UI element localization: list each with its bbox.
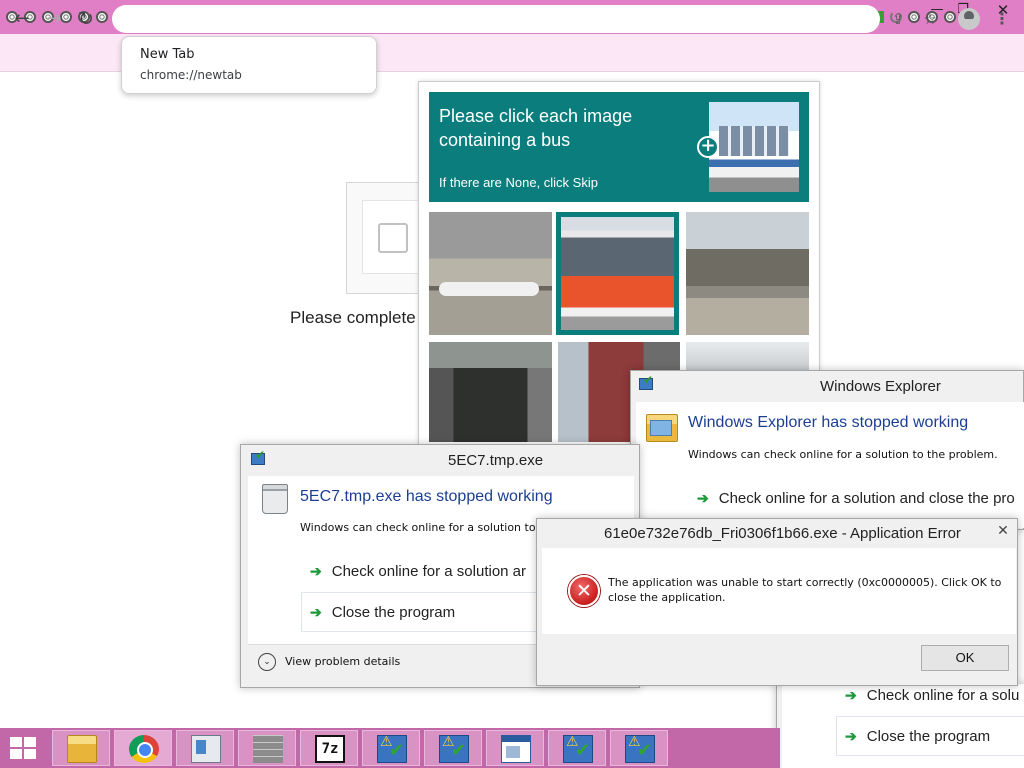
close-program-option[interactable]: ➔ Close the program xyxy=(845,728,990,745)
captcha-plus-icon: + xyxy=(697,136,719,158)
green-arrow-icon: ➔ xyxy=(845,687,857,703)
menu-kebab-icon[interactable]: ⋮ xyxy=(992,9,1012,29)
taskbar-item-firewall[interactable] xyxy=(238,730,296,766)
please-complete-text: Please complete xyxy=(290,308,416,327)
dialog-heading: Windows Explorer has stopped working xyxy=(688,414,969,431)
start-tile xyxy=(24,749,36,759)
captcha-tile-bus-selected[interactable] xyxy=(556,212,679,335)
profile-avatar-icon[interactable] xyxy=(958,8,980,30)
bus-image xyxy=(561,217,674,330)
taskbar-item-app[interactable] xyxy=(610,730,668,766)
captcha-tile-train-3[interactable] xyxy=(686,342,809,372)
view-problem-details-link[interactable]: View problem details xyxy=(285,655,400,668)
start-tile xyxy=(24,737,36,747)
warning-app-icon xyxy=(377,734,407,763)
close-icon[interactable]: ✕ xyxy=(988,521,1018,541)
taskbar-item-app[interactable] xyxy=(548,730,606,766)
taskbar-item-network[interactable] xyxy=(176,730,234,766)
start-tile xyxy=(10,737,22,747)
windows-start-icon[interactable] xyxy=(10,737,38,761)
green-arrow-icon: ➔ xyxy=(310,563,322,579)
recycle-bin-icon xyxy=(262,484,288,514)
taskbar-item-app[interactable] xyxy=(424,730,482,766)
reload-button[interactable]: ↻ xyxy=(74,7,98,31)
warning-app-icon xyxy=(625,734,655,763)
chevron-down-icon[interactable]: ⌄ xyxy=(258,653,276,671)
folder-icon xyxy=(67,735,97,763)
check-online-option[interactable]: ➔ Check online for a solution ar xyxy=(310,563,526,580)
check-online-option[interactable]: ➔ Check online for a solu xyxy=(845,687,1019,704)
forward-button[interactable]: → xyxy=(42,7,66,31)
green-arrow-icon: ➔ xyxy=(845,728,857,744)
firewall-icon xyxy=(253,735,283,763)
error-message: The application was unable to start corr… xyxy=(608,576,1002,604)
captcha-tile-locomotive[interactable] xyxy=(429,342,552,442)
captcha-prompt: Please click each image containing a bus xyxy=(439,106,633,150)
taskbar-item-7zip[interactable]: 7z xyxy=(300,730,358,766)
check-online-option[interactable]: ➔ Check online for a solution and close t… xyxy=(697,490,1015,507)
network-icon xyxy=(191,735,221,763)
captcha-subprompt: If there are None, click Skip xyxy=(439,175,598,190)
back-button[interactable]: ← xyxy=(10,7,34,31)
tab-tooltip: New Tab chrome://newtab xyxy=(121,36,377,94)
taskbar-item-window[interactable] xyxy=(486,730,544,766)
app-check-icon xyxy=(638,373,654,390)
green-arrow-icon: ➔ xyxy=(310,604,322,620)
app-check-icon xyxy=(250,448,266,465)
bookmark-star-icon[interactable]: ☆ xyxy=(920,9,940,29)
tab-favicon-icon xyxy=(908,11,920,23)
warning-app-icon xyxy=(439,734,469,763)
captcha-checkbox[interactable] xyxy=(378,223,408,253)
start-tile xyxy=(10,749,22,759)
ok-button[interactable]: OK xyxy=(921,645,1009,671)
warning-app-icon xyxy=(563,734,593,763)
dialog-text: Windows can check online for a solution … xyxy=(688,448,998,461)
close-program-option[interactable]: ➔ Close the program xyxy=(310,604,455,621)
green-arrow-icon: ➔ xyxy=(697,490,709,506)
explorer-folder-icon xyxy=(646,414,678,442)
dialog-title: Windows Explorer xyxy=(820,378,941,395)
address-bar[interactable] xyxy=(112,5,880,33)
captcha-tile-airplane[interactable] xyxy=(429,212,552,335)
error-icon: ✕ xyxy=(568,575,600,607)
tooltip-url: chrome://newtab xyxy=(140,68,242,82)
taskbar-item-app[interactable] xyxy=(362,730,420,766)
captcha-tile-train[interactable] xyxy=(686,212,809,335)
seven-zip-icon: 7z xyxy=(315,735,345,763)
taskbar-item-chrome[interactable] xyxy=(114,730,172,766)
taskbar-item-explorer[interactable] xyxy=(52,730,110,766)
chrome-icon xyxy=(129,735,159,763)
captcha-reference-image xyxy=(709,102,799,192)
window-app-icon xyxy=(501,735,531,763)
dialog-text: Windows can check online for a solution … xyxy=(300,521,544,534)
share-icon[interactable]: ⇪ xyxy=(888,9,908,29)
dialog-heading: 5EC7.tmp.exe has stopped working xyxy=(300,488,553,505)
tooltip-title: New Tab xyxy=(140,47,195,62)
dialog-title: 61e0e732e76db_Fri0306f1b66.exe - Applica… xyxy=(604,525,961,542)
dialog-title: 5EC7.tmp.exe xyxy=(448,452,544,469)
